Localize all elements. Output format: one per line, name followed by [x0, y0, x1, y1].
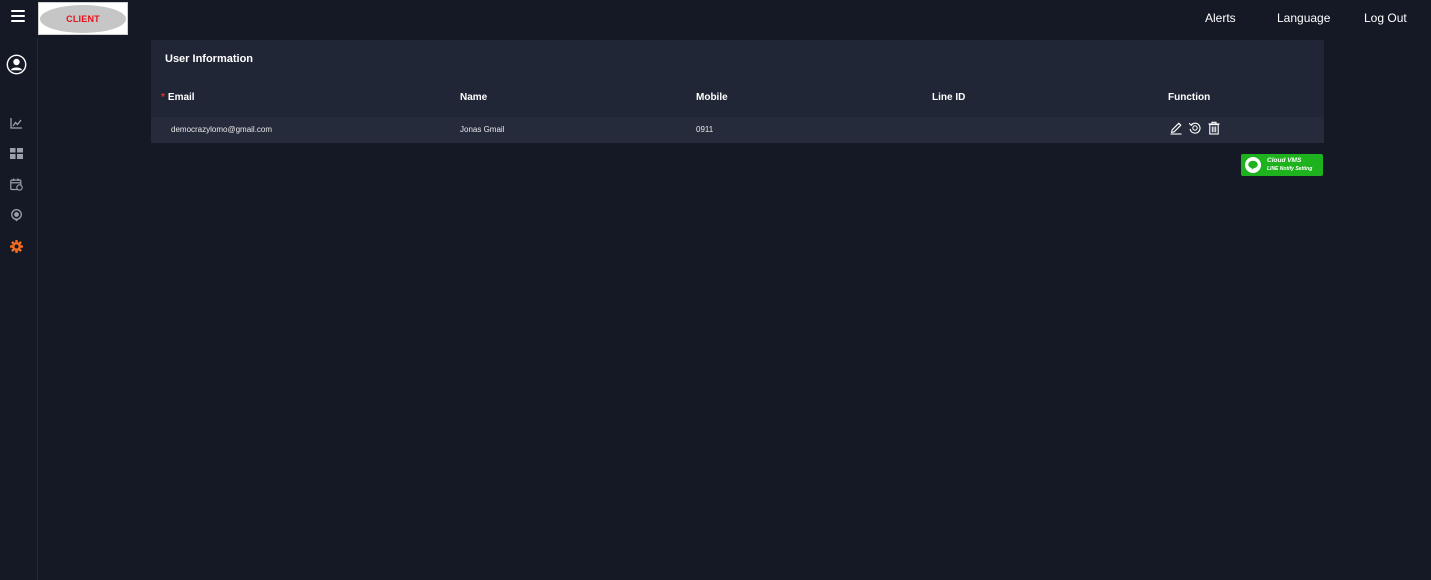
column-header-function: Function — [1168, 92, 1211, 103]
top-bar: CLIENT Alerts Language Log Out — [0, 0, 1431, 38]
column-header-email: * Email — [161, 92, 195, 103]
line-logo-icon — [1245, 157, 1261, 173]
trash-icon[interactable] — [1207, 121, 1221, 135]
sidebar-item-schedule[interactable] — [0, 178, 33, 191]
client-logo-text: CLIENT — [66, 13, 100, 24]
map-pin-icon — [11, 209, 22, 222]
table-row: democrazylomo@gmail.com Jonas Gmail 0911 — [151, 117, 1324, 143]
user-information-panel: User Information * Email Name Mobile Line… — [151, 40, 1324, 143]
line-notify-subtitle: LINE Notify Setting — [1267, 166, 1313, 172]
cell-name: Jonas Gmail — [460, 125, 505, 134]
menu-icon[interactable] — [11, 10, 25, 23]
sidebar-item-profile[interactable] — [0, 54, 33, 75]
column-header-email-label: Email — [167, 92, 195, 103]
panel-title: User Information — [165, 53, 254, 65]
reset-icon[interactable] — [1188, 121, 1202, 135]
client-logo-oval: CLIENT — [40, 4, 126, 33]
line-notify-setting-button[interactable]: Cloud VMS LINE Notify Setting — [1241, 154, 1323, 176]
sidebar-item-settings[interactable] — [0, 240, 33, 253]
calendar-camera-icon — [10, 178, 23, 191]
edit-icon[interactable] — [1169, 121, 1183, 135]
app-root: CLIENT Alerts Language Log Out User Info… — [0, 0, 1431, 580]
client-logo: CLIENT — [38, 2, 128, 35]
logout-link[interactable]: Log Out — [1364, 11, 1407, 25]
column-header-name: Name — [460, 92, 488, 103]
column-header-line-id: Line ID — [932, 92, 966, 103]
sidebar-item-dashboard[interactable] — [0, 148, 33, 159]
sidebar — [0, 38, 38, 580]
user-profile-icon — [6, 54, 27, 75]
line-notify-title: Cloud VMS — [1267, 157, 1302, 164]
column-header-mobile: Mobile — [696, 92, 728, 103]
gear-icon — [10, 240, 23, 253]
line-chart-icon — [10, 118, 22, 129]
sidebar-item-statistics[interactable] — [0, 117, 33, 129]
cell-mobile: 0911 — [696, 125, 714, 134]
required-mark: * — [161, 92, 165, 103]
grid-dashboard-icon — [10, 148, 23, 159]
language-link[interactable]: Language — [1277, 11, 1330, 25]
cell-email: democrazylomo@gmail.com — [171, 125, 273, 134]
sidebar-item-map[interactable] — [0, 209, 33, 222]
alerts-link[interactable]: Alerts — [1205, 11, 1236, 25]
